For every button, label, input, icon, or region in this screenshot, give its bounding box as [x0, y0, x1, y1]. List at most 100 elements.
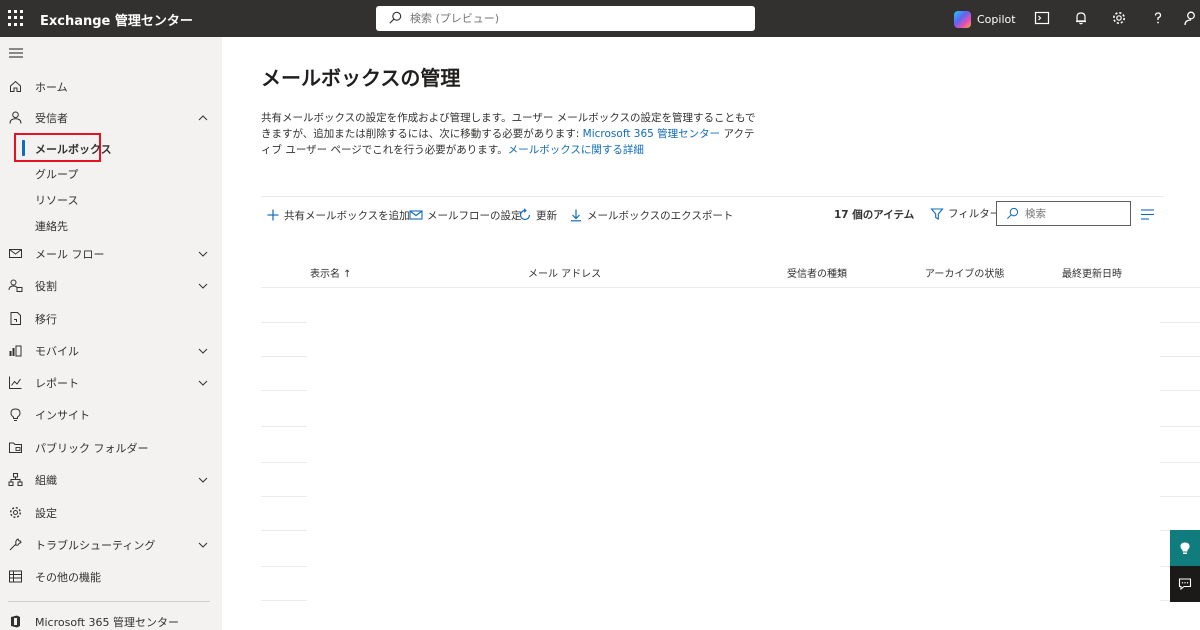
row-separator — [261, 496, 307, 497]
row-separator — [261, 566, 307, 567]
row-separator — [261, 600, 307, 601]
mailbox-learn-more-link[interactable]: メールボックスに関する詳細 — [508, 144, 644, 156]
office-icon — [8, 614, 23, 629]
search-icon — [389, 11, 402, 24]
chevron-down-icon[interactable] — [197, 540, 209, 550]
person-icon[interactable] — [1182, 9, 1200, 27]
mail-icon — [8, 246, 23, 261]
row-separator — [261, 462, 307, 463]
chat-icon — [1178, 578, 1192, 591]
row-separator — [1160, 356, 1200, 357]
help-icon[interactable] — [1149, 9, 1167, 27]
row-separator — [1160, 426, 1200, 427]
plus-icon — [266, 208, 280, 222]
nav-item-insights[interactable]: インサイト — [0, 402, 222, 428]
row-separator — [261, 356, 307, 357]
top-bar: Exchange 管理センター Copilot — [0, 0, 1200, 37]
refresh-label: 更新 — [536, 209, 557, 222]
chevron-down-icon[interactable] — [197, 249, 209, 259]
nav-item-label: 移行 — [35, 313, 57, 326]
nav-item-recipients[interactable]: 受信者 — [0, 105, 222, 131]
list-search-input[interactable] — [1025, 205, 1125, 222]
nav-item-settings[interactable]: 設定 — [0, 500, 222, 526]
nav-subitem-label: グループ — [35, 168, 79, 181]
home-icon — [8, 79, 23, 94]
global-search-box[interactable] — [376, 6, 755, 31]
nav-item-roles[interactable]: 役割 — [0, 273, 222, 299]
toolbar-divider — [261, 196, 1164, 197]
mail-flow-settings-button[interactable]: メールフローの設定 — [409, 207, 522, 223]
gear-icon[interactable] — [1110, 9, 1128, 27]
nav-subitem-contacts[interactable]: 連絡先 — [0, 213, 222, 237]
nav-item-public-folders[interactable]: パブリック フォルダー — [0, 435, 222, 461]
feedback-button[interactable] — [1170, 566, 1200, 602]
nav-item-m365-admin-center[interactable]: Microsoft 365 管理センター — [0, 609, 222, 630]
nav-subitem-label: リソース — [35, 194, 79, 207]
list-search-box[interactable] — [996, 201, 1131, 226]
global-search-input[interactable] — [410, 9, 740, 28]
chevron-down-icon[interactable] — [197, 378, 209, 388]
m365-admin-center-link[interactable]: Microsoft 365 管理センター — [583, 128, 721, 140]
lightbulb-icon — [8, 407, 23, 422]
app-title[interactable]: Exchange 管理センター — [40, 10, 193, 29]
refresh-button[interactable]: 更新 — [518, 207, 557, 223]
view-options-icon[interactable] — [1140, 208, 1155, 221]
nav-item-label: インサイト — [35, 409, 90, 422]
folder-icon — [8, 440, 23, 455]
nav-item-label: メール フロー — [35, 248, 105, 261]
assist-button[interactable] — [1170, 530, 1200, 566]
nav-item-home[interactable]: ホーム — [0, 74, 222, 100]
nav-item-label: その他の機能 — [35, 571, 101, 584]
lightbulb-icon — [1180, 542, 1190, 554]
nav-item-mobile[interactable]: モバイル — [0, 338, 222, 364]
mobile-icon — [8, 343, 23, 358]
mail-settings-icon — [409, 208, 423, 222]
refresh-icon — [518, 208, 532, 222]
column-header-email-address[interactable]: メール アドレス — [528, 265, 601, 280]
nav-item-troubleshooting[interactable]: トラブルシューティング — [0, 532, 222, 558]
column-header-display-name[interactable]: 表示名 ↑ — [310, 265, 352, 280]
export-mailboxes-button[interactable]: メールボックスのエクスポート — [569, 207, 733, 223]
hamburger-icon[interactable] — [9, 47, 23, 59]
app-launcher-icon[interactable] — [8, 10, 24, 26]
gear-icon — [8, 505, 23, 520]
export-mailboxes-label: メールボックスのエクスポート — [587, 209, 734, 222]
column-header-last-modified[interactable]: 最終更新日時 — [1062, 265, 1122, 280]
chevron-down-icon[interactable] — [197, 281, 209, 291]
nav-subitem-resources[interactable]: リソース — [0, 187, 222, 211]
nav-item-migration[interactable]: 移行 — [0, 306, 222, 332]
migration-icon — [8, 311, 23, 326]
column-header-recipient-type[interactable]: 受信者の種類 — [787, 265, 847, 280]
page-description: 共有メールボックスの設定を作成および管理します。ユーザー メールボックスの設定を… — [261, 110, 761, 158]
roles-icon — [8, 278, 23, 293]
row-separator — [1160, 496, 1200, 497]
nav-item-mail-flow[interactable]: メール フロー — [0, 241, 222, 267]
terminal-icon[interactable] — [1033, 9, 1051, 27]
nav-subitem-label: 連絡先 — [35, 220, 68, 233]
add-shared-mailbox-button[interactable]: 共有メールボックスを追加 — [266, 207, 410, 223]
nav-item-reports[interactable]: レポート — [0, 370, 222, 396]
copilot-button[interactable]: Copilot — [954, 10, 1016, 28]
table-icon — [8, 569, 23, 584]
page-title: メールボックスの管理 — [261, 66, 461, 90]
mail-flow-settings-label: メールフローの設定 — [427, 209, 522, 222]
bell-icon[interactable] — [1072, 9, 1090, 27]
copilot-label: Copilot — [977, 12, 1016, 26]
chevron-up-icon[interactable] — [197, 113, 209, 123]
row-separator — [261, 390, 307, 391]
chevron-down-icon[interactable] — [197, 475, 209, 485]
nav-item-label: 設定 — [35, 507, 57, 520]
filter-button[interactable]: フィルター — [930, 206, 1000, 221]
nav-item-label: モバイル — [35, 345, 79, 358]
nav-item-label: 受信者 — [35, 112, 68, 125]
column-header-archive-status[interactable]: アーカイブの状態 — [925, 265, 1004, 280]
row-separator — [261, 530, 307, 531]
chevron-down-icon[interactable] — [197, 346, 209, 356]
nav-item-other-features[interactable]: その他の機能 — [0, 564, 222, 590]
nav-subitem-groups[interactable]: グループ — [0, 161, 222, 185]
nav-subitem-mailboxes[interactable]: メールボックス — [0, 136, 222, 160]
nav-item-label: パブリック フォルダー — [35, 442, 149, 455]
nav-item-label: ホーム — [35, 81, 68, 94]
nav-item-organization[interactable]: 組織 — [0, 467, 222, 493]
copilot-icon — [954, 10, 971, 28]
